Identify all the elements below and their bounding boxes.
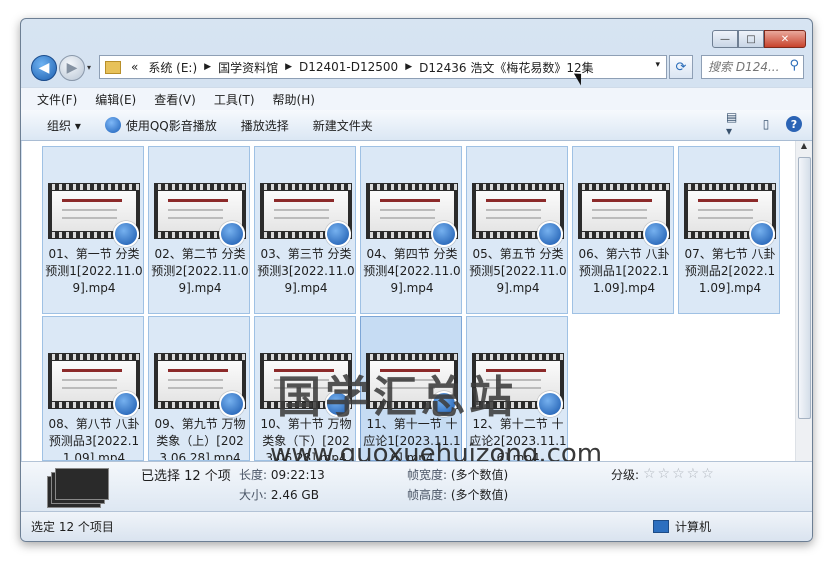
file-item[interactable]: 03、第三节 分类预测3[2022.11.09].mp4	[254, 146, 356, 314]
breadcrumb-range[interactable]: D12401-D12500	[299, 60, 398, 74]
breadcrumb-drive[interactable]: 系统 (E:)	[148, 59, 197, 76]
play-with-qq-button[interactable]: 使用QQ影音播放	[93, 117, 229, 134]
menu-tools[interactable]: 工具(T)	[205, 91, 264, 108]
breadcrumb-separator-icon[interactable]: ▶	[204, 62, 211, 72]
watermark-title: 国学汇总站	[277, 372, 517, 423]
file-name: 05、第五节 分类预测5[2022.11.09].mp4	[469, 247, 567, 295]
file-item[interactable]: 04、第四节 分类预测4[2022.11.09].mp4	[360, 146, 462, 314]
maximize-button[interactable]: □	[738, 30, 764, 48]
size-row: 大小: 2.46 GB	[239, 486, 319, 503]
qq-video-icon	[325, 221, 351, 247]
file-name: 03、第三节 分类预测3[2022.11.09].mp4	[257, 247, 355, 295]
status-location-label: 计算机	[675, 520, 712, 534]
file-item[interactable]: 01、第一节 分类预测1[2022.11.09].mp4	[42, 146, 144, 314]
selected-count: 已选择 12 个项	[141, 469, 231, 484]
qq-video-icon	[431, 221, 457, 247]
file-item[interactable]: 02、第二节 分类预测2[2022.11.09].mp4	[148, 146, 250, 314]
file-item[interactable]: 05、第五节 分类预测5[2022.11.09].mp4	[466, 146, 568, 314]
scrollbar-thumb[interactable]	[798, 157, 811, 419]
new-folder-button[interactable]: 新建文件夹	[301, 117, 385, 134]
details-pane: 已选择 12 个项 长度: 09:22:13 大小: 2.46 GB 帧宽度: …	[21, 461, 812, 512]
qq-video-icon	[537, 221, 563, 247]
file-name: 09、第九节 万物类象（上）[2023.06.28].mp4	[154, 417, 246, 460]
navigation-bar: ◀ ▶ ▾ « 系统 (E:) ▶ 国学资料馆 ▶ D12401-D12500 …	[21, 53, 812, 83]
view-controls: ▤ ▾ ▯ ?	[726, 110, 802, 138]
file-item[interactable]: 07、第七节 八卦预测品2[2022.11.09].mp4	[678, 146, 780, 314]
address-dropdown-icon[interactable]: ▾	[655, 60, 660, 70]
breadcrumb-overflow[interactable]: «	[131, 60, 138, 74]
search-input[interactable]	[702, 56, 788, 78]
folder-icon	[105, 60, 121, 74]
qq-video-icon	[749, 221, 775, 247]
scroll-up-icon[interactable]: ▲	[796, 141, 812, 155]
frame-width-label: 帧宽度:	[407, 468, 448, 482]
file-name: 08、第八节 八卦预测品3[2022.11.09].mp4	[48, 417, 140, 460]
breadcrumb-separator-icon[interactable]: ▶	[405, 62, 412, 72]
menu-file[interactable]: 文件(F)	[21, 91, 86, 108]
search-icon[interactable]: ⚲	[789, 58, 799, 73]
breadcrumb-separator-icon[interactable]: ▶	[285, 62, 292, 72]
command-bar: 组织 ▾ 使用QQ影音播放 播放选择 新建文件夹 ▤ ▾ ▯ ?	[21, 110, 812, 141]
minimize-button[interactable]: —	[712, 30, 738, 48]
menu-view[interactable]: 查看(V)	[145, 91, 205, 108]
back-button[interactable]: ◀	[31, 55, 57, 81]
frame-height-row: 帧高度: (多个数值)	[407, 486, 508, 503]
frame-height-label: 帧高度:	[407, 488, 448, 502]
breadcrumb-current[interactable]: D12436 浩文《梅花易数》12集	[419, 59, 594, 76]
play-selection-button[interactable]: 播放选择	[229, 117, 301, 134]
qq-video-icon	[219, 391, 245, 417]
file-name: 01、第一节 分类预测1[2022.11.09].mp4	[45, 247, 143, 295]
length-label: 长度:	[239, 468, 268, 482]
qq-video-icon	[113, 221, 139, 247]
qq-video-icon	[113, 391, 139, 417]
recent-pages-dropdown[interactable]: ▾	[87, 63, 91, 72]
change-view-icon[interactable]: ▤ ▾	[726, 110, 746, 138]
frame-height-value: (多个数值)	[450, 488, 509, 502]
rating-label: 分级:	[611, 468, 640, 482]
preview-pane-icon[interactable]: ▯	[756, 114, 776, 134]
file-item[interactable]: 08、第八节 八卦预测品3[2022.11.09].mp4	[42, 316, 144, 461]
size-value: 2.46 GB	[270, 488, 319, 502]
qq-player-icon	[104, 117, 121, 133]
size-label: 大小:	[239, 488, 268, 502]
menu-edit[interactable]: 编辑(E)	[86, 91, 145, 108]
caption-buttons: — □ ✕	[712, 30, 806, 48]
close-button[interactable]: ✕	[764, 30, 806, 48]
frame-width-row: 帧宽度: (多个数值)	[407, 466, 508, 483]
file-item[interactable]: 06、第六节 八卦预测品1[2022.11.09].mp4	[572, 146, 674, 314]
organize-button[interactable]: 组织 ▾	[21, 117, 93, 134]
help-icon[interactable]: ?	[786, 116, 802, 132]
status-bar: 选定 12 个项目 计算机	[21, 511, 812, 541]
play-with-qq-label: 使用QQ影音播放	[125, 118, 217, 133]
file-name: 04、第四节 分类预测4[2022.11.09].mp4	[363, 247, 461, 295]
explorer-window: — □ ✕ ◀ ▶ ▾ « 系统 (E:) ▶ 国学资料馆 ▶ D12401-D…	[20, 18, 813, 542]
length-row: 长度: 09:22:13	[239, 466, 325, 483]
rating-stars[interactable]: ☆☆☆☆☆	[643, 466, 716, 482]
search-box[interactable]: ⚲	[701, 55, 804, 79]
breadcrumb-library[interactable]: 国学资料馆	[218, 59, 278, 76]
refresh-icon[interactable]: ⟳	[669, 55, 693, 79]
qq-video-icon	[537, 391, 563, 417]
vertical-scrollbar[interactable]: ▲	[795, 141, 812, 461]
qq-video-icon	[219, 221, 245, 247]
selection-thumbnail-stack	[47, 466, 109, 508]
file-item[interactable]: 09、第九节 万物类象（上）[2023.06.28].mp4	[148, 316, 250, 461]
frame-width-value: (多个数值)	[450, 468, 509, 482]
file-name: 02、第二节 分类预测2[2022.11.09].mp4	[151, 247, 249, 295]
menu-help[interactable]: 帮助(H)	[264, 91, 324, 108]
file-list: 01、第一节 分类预测1[2022.11.09].mp4 02、第二节 分类预测…	[22, 141, 795, 469]
menu-bar: 文件(F) 编辑(E) 查看(V) 工具(T) 帮助(H)	[21, 87, 812, 110]
computer-icon	[653, 520, 669, 533]
file-name: 07、第七节 八卦预测品2[2022.11.09].mp4	[684, 247, 776, 295]
status-selection: 选定 12 个项目	[31, 520, 114, 534]
qq-video-icon	[643, 221, 669, 247]
forward-button[interactable]: ▶	[59, 55, 85, 81]
length-value: 09:22:13	[270, 468, 325, 482]
status-location: 计算机	[653, 518, 711, 535]
file-name: 06、第六节 八卦预测品1[2022.11.09].mp4	[578, 247, 670, 295]
